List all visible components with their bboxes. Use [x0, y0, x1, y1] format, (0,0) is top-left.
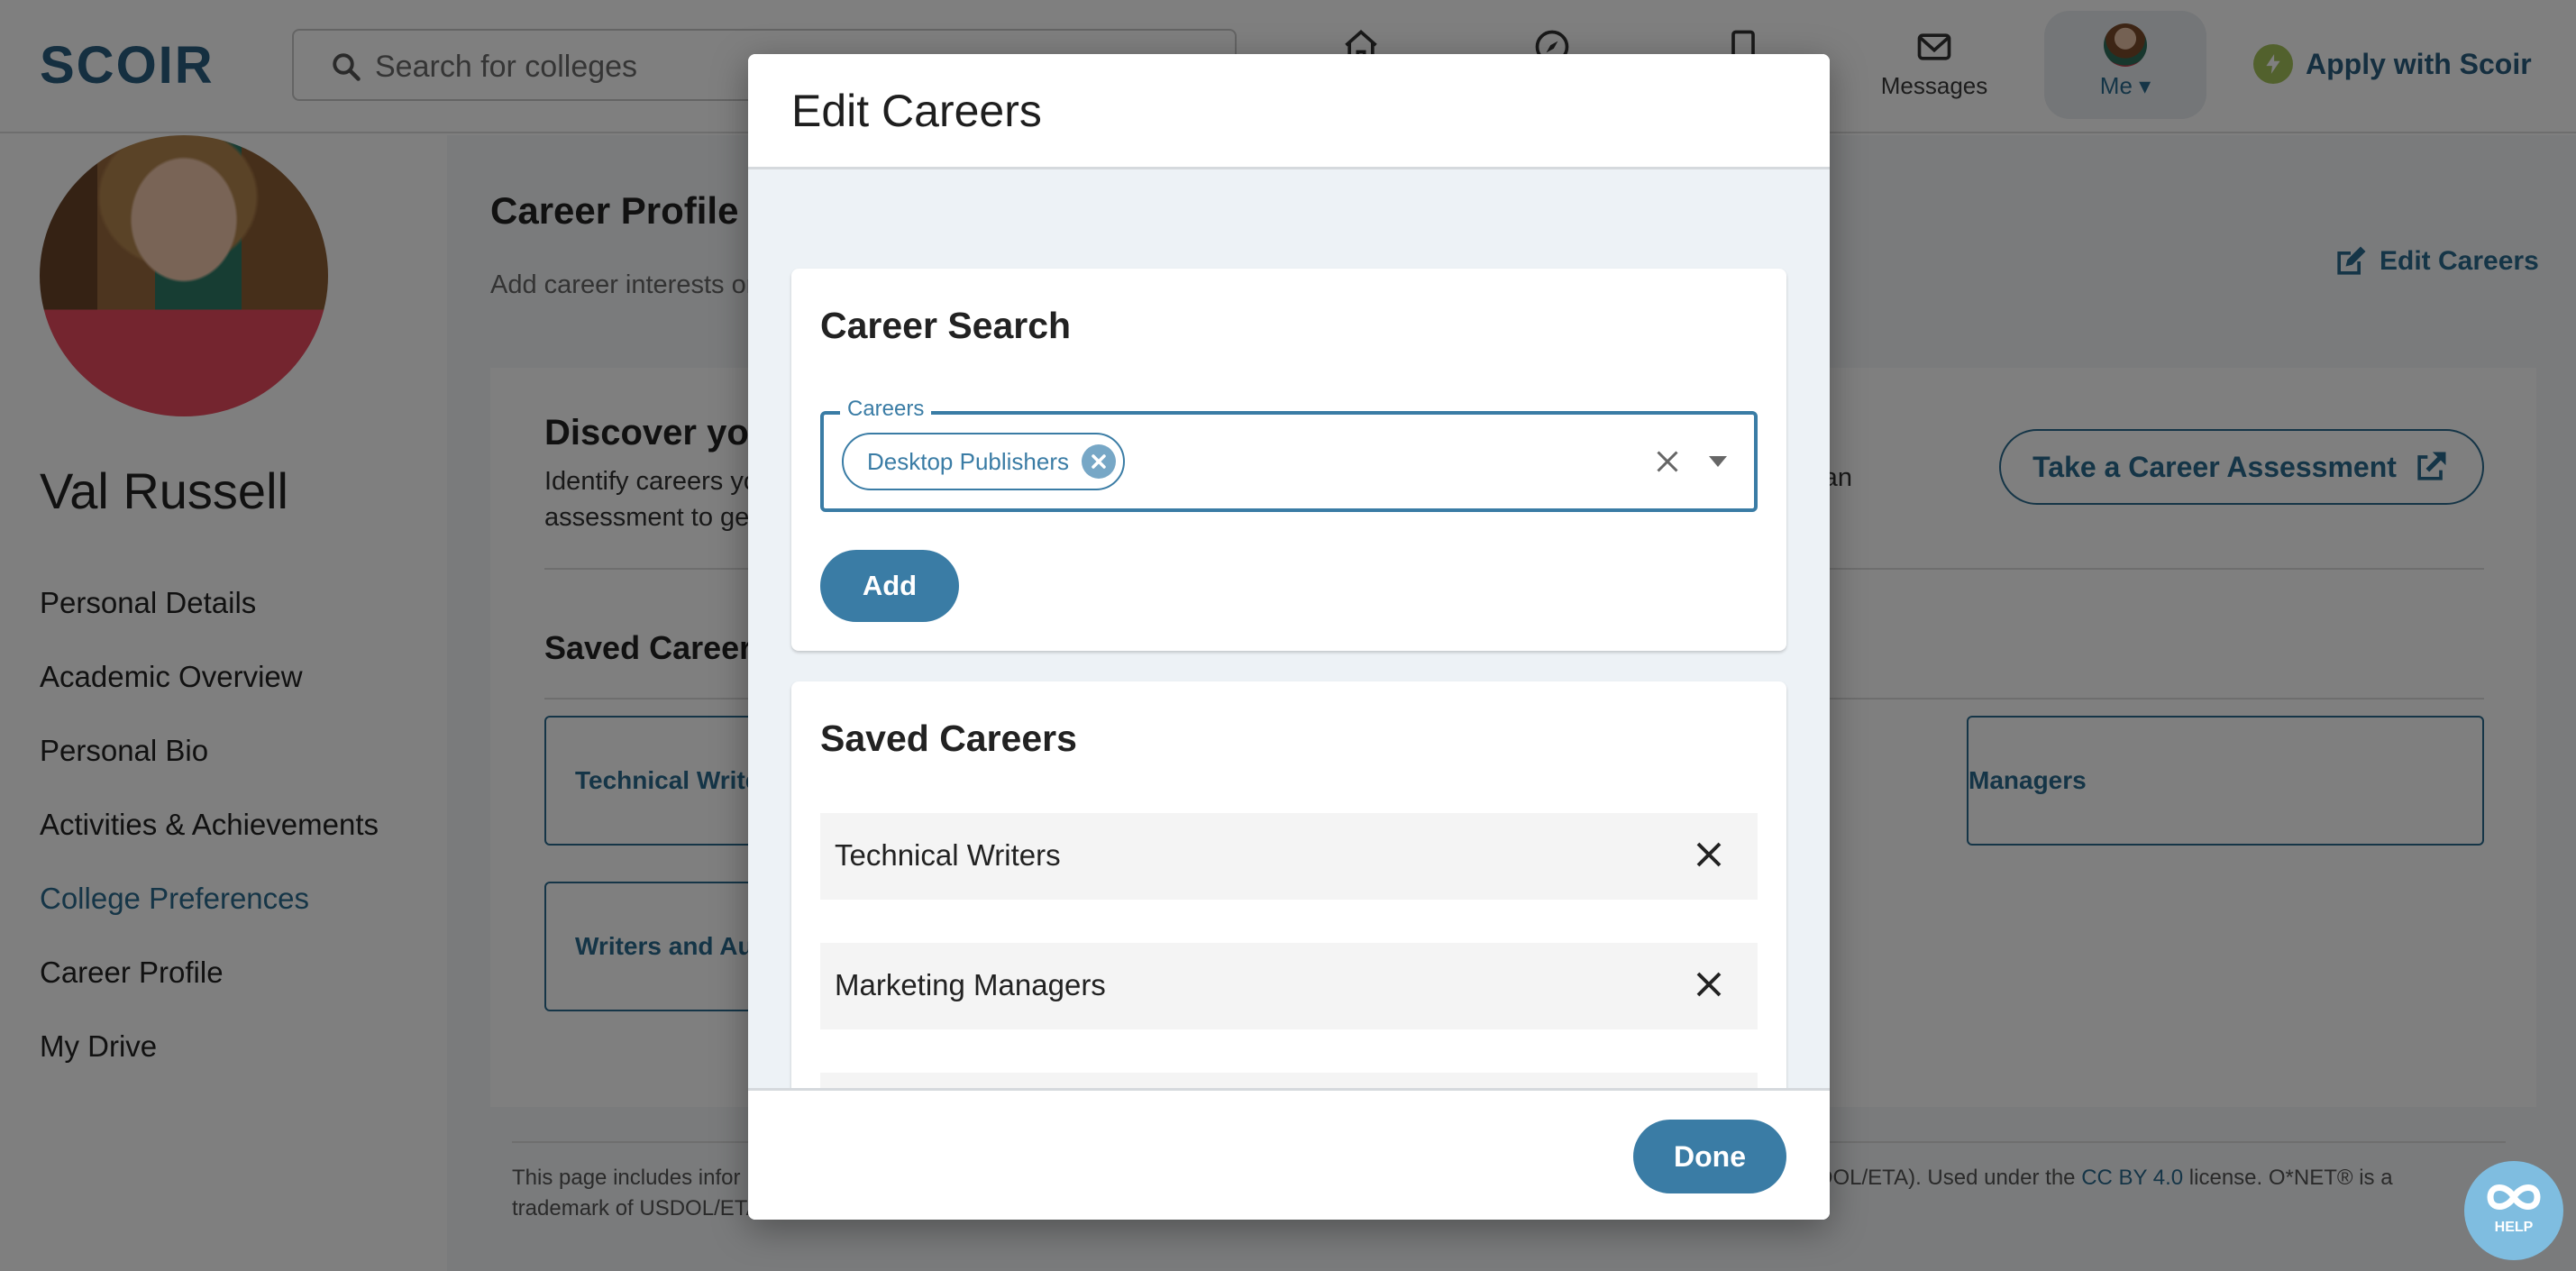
modal-header: Edit Careers: [748, 54, 1830, 169]
careers-field-label: Careers: [840, 397, 932, 422]
saved-careers-heading: Saved Careers: [820, 718, 1077, 759]
modal-title: Edit Careers: [791, 86, 1042, 136]
close-icon: [1092, 454, 1106, 469]
chip-label: Desktop Publishers: [867, 447, 1069, 475]
help-button[interactable]: HELP: [2464, 1161, 2563, 1260]
saved-career-label: Marketing Managers: [835, 968, 1106, 1001]
remove-career-icon[interactable]: [1693, 968, 1725, 1001]
saved-career-row: Technical Writers: [820, 813, 1758, 900]
help-label: HELP: [2494, 1220, 2534, 1235]
modal-footer: Done: [748, 1088, 1830, 1220]
career-search-heading: Career Search: [820, 305, 1072, 346]
done-button[interactable]: Done: [1633, 1120, 1786, 1193]
careers-autocomplete-field[interactable]: Careers Desktop Publishers: [820, 397, 1758, 512]
dropdown-arrow-icon[interactable]: [1709, 456, 1727, 467]
selected-career-chip: Desktop Publishers: [842, 433, 1125, 490]
saved-career-row: Public Relations Managers: [820, 1073, 1758, 1088]
saved-careers-card: Saved Careers Technical Writers Marketin…: [791, 681, 1786, 1088]
clear-field-icon[interactable]: [1651, 445, 1684, 478]
add-career-button[interactable]: Add: [820, 550, 959, 622]
modal-body[interactable]: Career Search Careers Desktop Publishers…: [748, 169, 1830, 1088]
career-search-card: Career Search Careers Desktop Publishers…: [791, 269, 1786, 651]
chip-remove-button[interactable]: [1082, 444, 1116, 479]
saved-career-row: Marketing Managers: [820, 943, 1758, 1029]
edit-careers-modal: Edit Careers Career Search Careers Deskt…: [748, 54, 1830, 1220]
saved-career-label: Technical Writers: [835, 838, 1061, 872]
infinity-icon: [2487, 1184, 2541, 1210]
remove-career-icon[interactable]: [1693, 838, 1725, 871]
